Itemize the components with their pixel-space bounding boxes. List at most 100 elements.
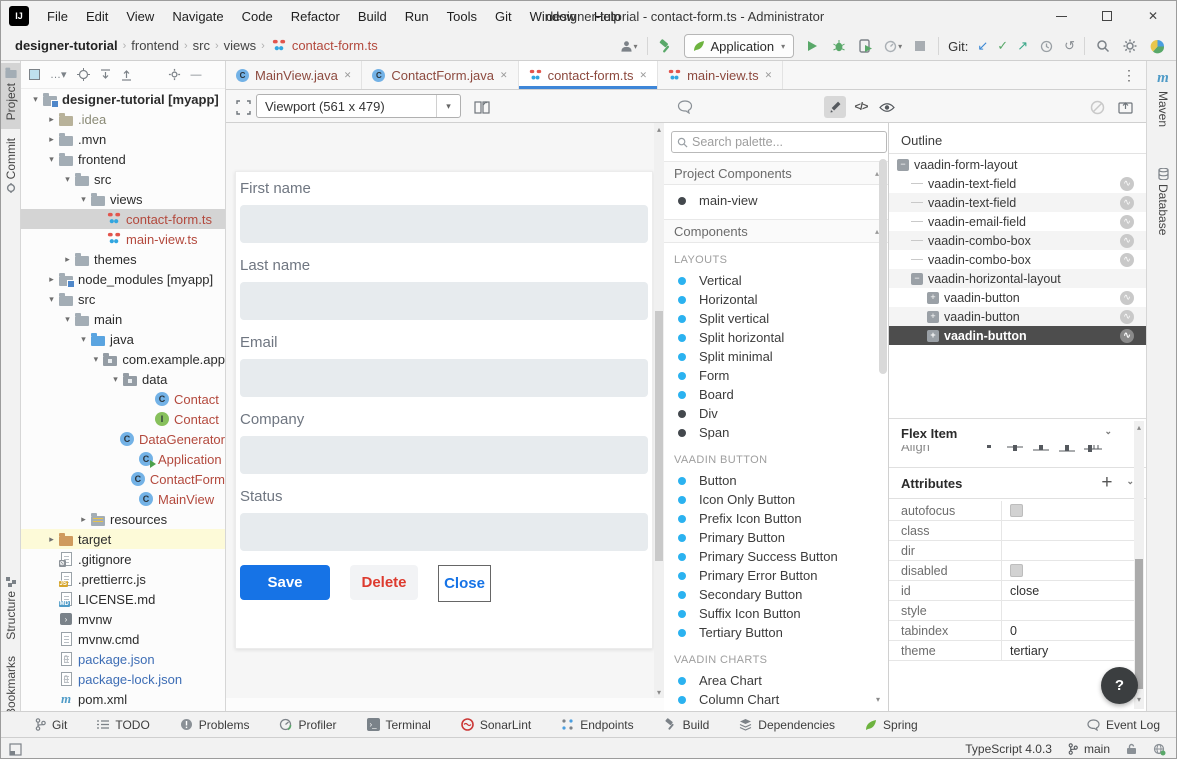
chevron-right-icon[interactable] <box>45 274 58 285</box>
menu-view[interactable]: View <box>117 1 163 31</box>
preview-eye-icon[interactable] <box>876 96 898 118</box>
close-tab-icon[interactable] <box>344 70 352 81</box>
tree-item[interactable]: CContact <box>21 389 225 409</box>
close-tab-icon[interactable] <box>640 70 648 81</box>
tree-item[interactable]: node_modules [myapp] <box>21 269 225 289</box>
toolwindow-dependencies[interactable]: Dependencies <box>739 718 835 732</box>
java-link-icon[interactable] <box>1120 329 1134 343</box>
project-view-icon[interactable] <box>29 69 40 80</box>
scrollbar-thumb[interactable] <box>1135 559 1143 689</box>
attribute-value[interactable] <box>1001 601 1134 620</box>
git-push-icon[interactable]: ↗ <box>1017 38 1028 54</box>
run-configuration-select[interactable]: Application ▾ <box>684 34 795 58</box>
tree-item[interactable]: mpom.xml <box>21 689 225 709</box>
canvas-vertical-scrollbar[interactable]: ▴ ▾ <box>654 123 664 698</box>
design-canvas[interactable]: First name Last name Email Company Statu… <box>226 123 664 698</box>
add-attribute-icon[interactable] <box>1101 472 1112 494</box>
attribute-value[interactable]: close <box>1001 581 1134 600</box>
toolwindow-toggle-icon[interactable] <box>9 743 22 756</box>
history-icon[interactable] <box>1037 37 1055 55</box>
palette-item-form[interactable]: Form <box>664 366 882 385</box>
email-field[interactable] <box>240 359 648 397</box>
autofocus-checkbox[interactable] <box>1010 504 1023 517</box>
palette-item-button[interactable]: Button <box>664 471 882 490</box>
tree-item[interactable]: .mvn <box>21 129 225 149</box>
chevron-down-icon[interactable] <box>77 334 90 345</box>
palette-search-box[interactable] <box>671 131 887 153</box>
git-commit-icon[interactable]: ✓ <box>997 38 1008 54</box>
chevron-right-icon[interactable] <box>45 134 58 145</box>
tab-mainview-java[interactable]: C MainView.java <box>226 61 362 89</box>
java-link-icon[interactable] <box>1120 253 1134 267</box>
attribute-row[interactable]: dir <box>889 541 1134 561</box>
tree-item[interactable]: com.example.app <box>21 349 225 369</box>
menu-tools[interactable]: Tools <box>438 1 486 31</box>
breadcrumb-project[interactable]: designer-tutorial <box>15 38 118 53</box>
tool-stripe-maven[interactable]: m Maven <box>1147 67 1177 157</box>
typescript-version[interactable]: TypeScript 4.0.3 <box>965 742 1052 756</box>
close-button-selected[interactable]: Close <box>438 565 491 602</box>
palette-item-tertiary-button[interactable]: Tertiary Button <box>664 623 882 642</box>
toolwindow-profiler[interactable]: Profiler <box>279 718 336 732</box>
palette-item-div[interactable]: Div <box>664 404 882 423</box>
palette-item-prefix-icon-button[interactable]: Prefix Icon Button <box>664 509 882 528</box>
text-field-last-name[interactable] <box>240 282 648 320</box>
tab-options-icon[interactable] <box>1122 67 1136 84</box>
help-button[interactable]: ? <box>1101 667 1138 704</box>
view-options-icon[interactable]: …▾ <box>50 68 67 81</box>
java-link-icon[interactable] <box>1120 177 1134 191</box>
tree-item[interactable]: themes <box>21 249 225 269</box>
expand-icon[interactable] <box>927 311 939 323</box>
java-link-icon[interactable] <box>1120 196 1134 210</box>
tree-item[interactable]: designer-tutorial [myapp] <box>21 89 225 109</box>
tree-item[interactable]: CContactForm <box>21 469 225 489</box>
git-update-icon[interactable]: ↙ <box>977 38 988 54</box>
toolwindow-terminal[interactable]: ›_ Terminal <box>367 718 431 732</box>
collapse-icon[interactable] <box>911 273 923 285</box>
align-baseline-icon[interactable] <box>1028 445 1054 454</box>
toolwindow-problems[interactable]: Problems <box>180 718 250 732</box>
chevron-right-icon[interactable] <box>61 254 74 265</box>
outline-row-combo-box[interactable]: vaadin-combo-box <box>889 250 1146 269</box>
expand-icon[interactable] <box>927 330 939 342</box>
tab-contact-form-ts[interactable]: contact-form.ts <box>519 61 659 89</box>
scroll-down-icon[interactable]: ▾ <box>654 686 664 698</box>
maximize-button[interactable] <box>1084 1 1130 31</box>
tab-contactform-java[interactable]: C ContactForm.java <box>362 61 518 89</box>
close-tab-icon[interactable] <box>765 70 773 81</box>
tree-item[interactable]: main-view.ts <box>21 229 225 249</box>
outline-row-email-field[interactable]: vaadin-email-field <box>889 212 1146 231</box>
align-center-icon[interactable] <box>1002 445 1028 454</box>
align-start-icon[interactable] <box>976 445 1002 454</box>
tree-item[interactable]: CDataGenerator <box>21 429 225 449</box>
java-link-icon[interactable] <box>1120 215 1134 229</box>
outline-row-horizontal-layout[interactable]: vaadin-horizontal-layout <box>889 269 1146 288</box>
flex-item-section-header[interactable]: Flex Item <box>889 421 1146 445</box>
panel-settings-gear-icon[interactable] <box>168 68 181 81</box>
attribute-value[interactable] <box>1001 541 1134 560</box>
select-frame-icon[interactable] <box>232 96 254 118</box>
palette-item-secondary-button[interactable]: Secondary Button <box>664 585 882 604</box>
tree-item[interactable]: src <box>21 169 225 189</box>
gradle-swirl-icon[interactable] <box>1148 37 1166 55</box>
attributes-section-header[interactable]: Attributes <box>889 467 1146 499</box>
attribute-row[interactable]: disabled <box>889 561 1134 581</box>
stop-button[interactable] <box>911 37 929 55</box>
menu-git[interactable]: Git <box>486 1 521 31</box>
split-view-icon[interactable] <box>471 96 493 118</box>
outline-row-button[interactable]: vaadin-button <box>889 307 1146 326</box>
palette-item-area-chart[interactable]: Area Chart <box>664 671 882 690</box>
tree-item-selected[interactable]: contact-form.ts <box>21 209 225 229</box>
tree-item[interactable]: {}package-lock.json <box>21 669 225 689</box>
search-everywhere-icon[interactable] <box>1094 37 1112 55</box>
open-in-browser-icon[interactable] <box>1114 96 1136 118</box>
palette-section-components[interactable]: Components <box>664 219 889 243</box>
scroll-down-icon[interactable] <box>876 695 880 704</box>
attribute-value[interactable] <box>1001 521 1134 540</box>
tree-item[interactable]: ⊘.gitignore <box>21 549 225 569</box>
chevron-right-icon[interactable] <box>45 114 58 125</box>
scroll-down-icon[interactable] <box>1134 695 1144 704</box>
profiler-button[interactable]: ▾ <box>884 37 902 55</box>
toolwindow-todo[interactable]: TODO <box>97 718 149 732</box>
tree-item[interactable]: frontend <box>21 149 225 169</box>
